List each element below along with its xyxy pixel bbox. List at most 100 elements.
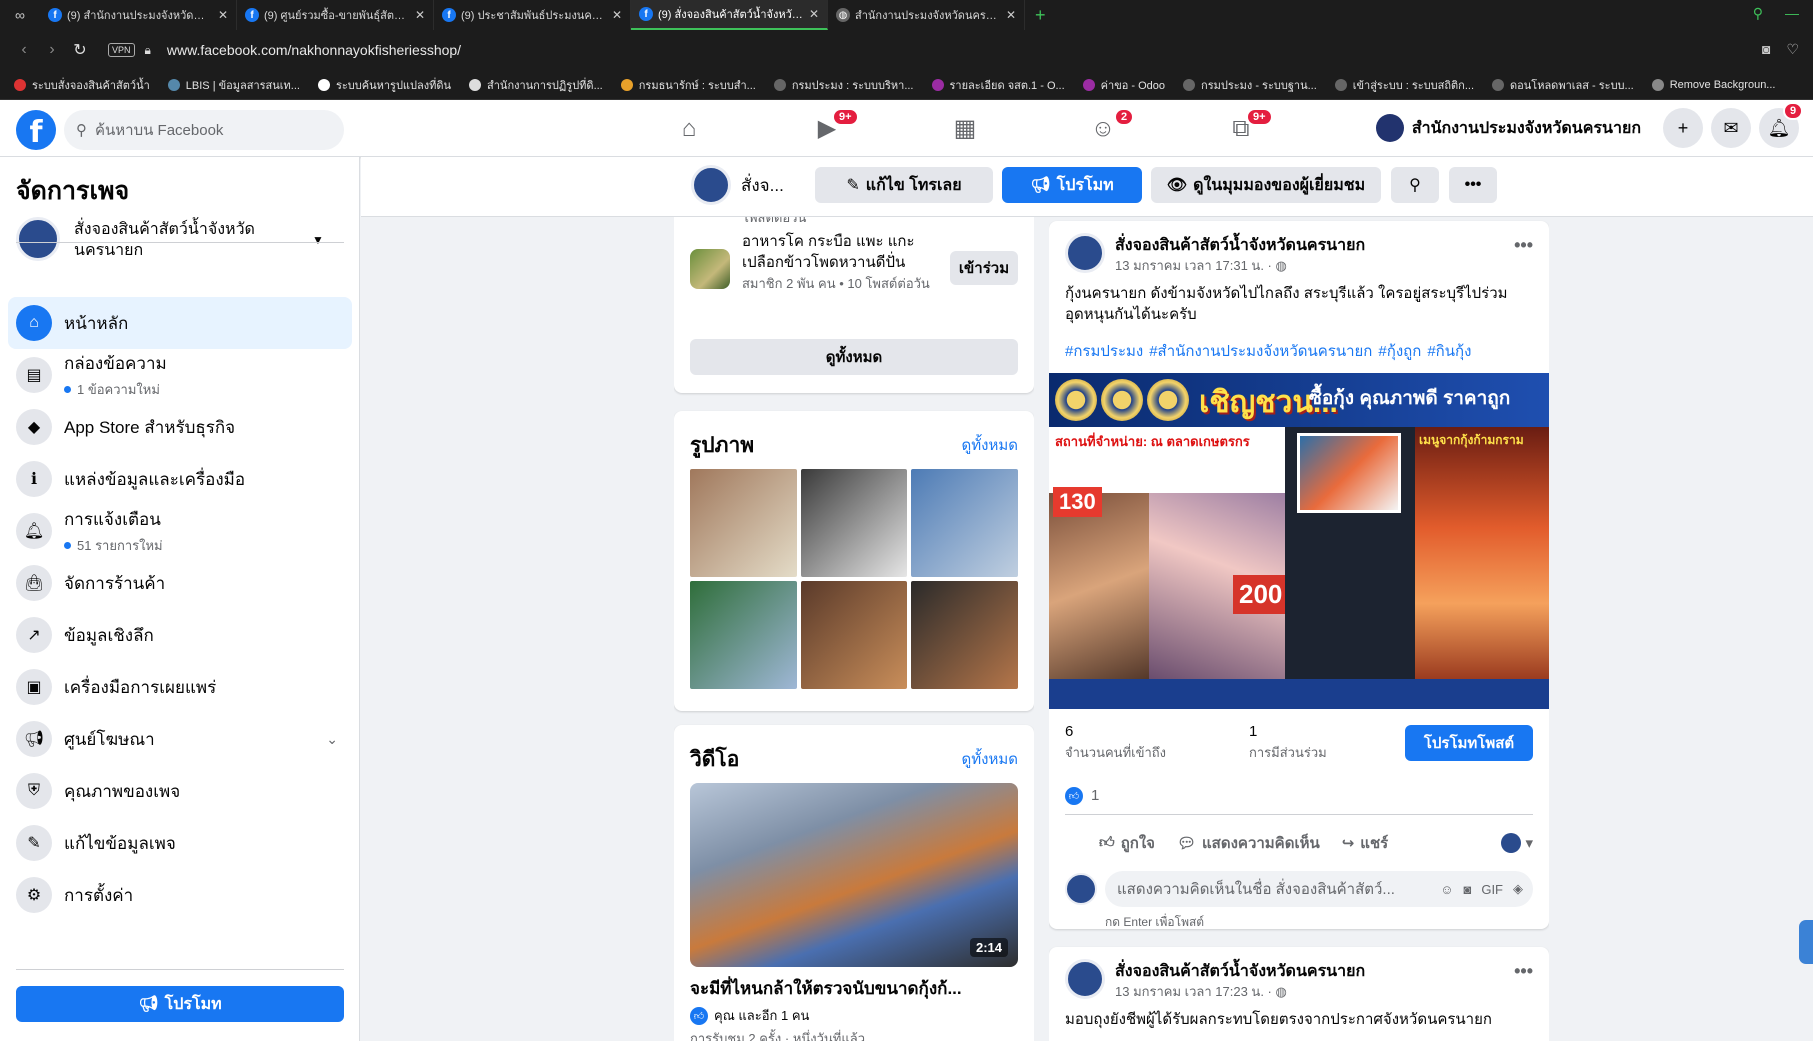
engagement-stat[interactable]: 1 การมีส่วนร่วม: [1249, 723, 1327, 763]
home-nav-icon[interactable]: ⌂: [620, 100, 758, 157]
browser-tab[interactable]: ◍ สำนักงานประมงจังหวัดนครนายก ✕: [828, 0, 1025, 30]
messenger-icon[interactable]: ✉: [1711, 108, 1751, 148]
sidebar-item[interactable]: ⚙ การตั้งค่า: [8, 869, 352, 921]
search-input[interactable]: ⚲ ค้นหาบน Facebook: [64, 110, 344, 150]
close-tab-icon[interactable]: ✕: [809, 7, 819, 21]
photo-thumbnail[interactable]: [911, 469, 1018, 577]
video-thumbnail[interactable]: 2:14: [690, 783, 1018, 967]
vpn-badge[interactable]: VPN: [108, 43, 135, 57]
emoji-icon[interactable]: ☺: [1440, 882, 1453, 897]
join-group-button[interactable]: เข้าร่วม: [950, 251, 1018, 285]
new-tab-icon[interactable]: +: [1025, 5, 1056, 26]
bookmark-item[interactable]: กรมธนารักษ์ : ระบบสำ...: [620, 76, 756, 94]
post-timestamp[interactable]: 13 มกราคม เวลา 17:31 น. · ◍: [1115, 255, 1287, 276]
chevron-down-icon[interactable]: ⌄: [326, 731, 338, 748]
sidebar-item[interactable]: ✎ แก้ไขข้อมูลเพจ: [8, 817, 352, 869]
video-likes[interactable]: 👍︎ คุณ และอีก 1 คน: [690, 1005, 809, 1026]
see-all-groups-button[interactable]: ดูทั้งหมด: [690, 339, 1018, 375]
bookmark-item[interactable]: LBIS | ข้อมูลสารสนเท...: [167, 76, 300, 94]
notifications-bell-icon[interactable]: 🔔︎ 9: [1759, 102, 1804, 148]
page-switcher[interactable]: สั่งจองสินค้าสัตว์น้ำจังหวัดนครนายก ▼: [16, 217, 344, 287]
forward-icon[interactable]: ›: [38, 41, 66, 59]
post-more-icon[interactable]: •••: [1514, 961, 1533, 982]
bookmark-item[interactable]: กรมประมง : ระบบบริหา...: [773, 76, 914, 94]
hashtag-link[interactable]: #กุ้งถูก: [1378, 339, 1421, 363]
profile-chip[interactable]: สำนักงานประมงจังหวัดนครนายก: [1375, 114, 1641, 142]
sidebar-item[interactable]: ⌂ หน้าหลัก: [8, 297, 352, 349]
more-options-button[interactable]: •••: [1449, 167, 1497, 203]
sidebar-item[interactable]: ↗ ข้อมูลเชิงลึก: [8, 609, 352, 661]
bookmark-item[interactable]: ระบบค้นหารูปแปลงที่ดิน: [317, 76, 451, 94]
photo-thumbnail[interactable]: [800, 469, 908, 577]
videos-see-all-link[interactable]: ดูทั้งหมด: [962, 747, 1018, 771]
caret-down-icon[interactable]: ▼: [312, 233, 324, 247]
post-author-avatar[interactable]: [1065, 233, 1105, 273]
back-icon[interactable]: ‹: [10, 41, 38, 59]
bookmark-item[interactable]: Remove Backgroun...: [1651, 78, 1775, 91]
photo-thumbnail[interactable]: [690, 469, 797, 577]
sidebar-item[interactable]: ▣ เครื่องมือการเผยแพร่: [8, 661, 352, 713]
video-title[interactable]: จะมีที่ไหนกล้าให้ตรวจนับขนาดกุ้งก้...: [690, 975, 1018, 1002]
reload-icon[interactable]: ↻: [66, 40, 94, 60]
watch-nav-icon[interactable]: ▶ 9+: [758, 100, 896, 157]
post-author-avatar[interactable]: [1065, 959, 1105, 999]
post-timestamp[interactable]: 13 มกราคม เวลา 17:23 น. · ◍: [1115, 981, 1287, 1002]
promote-post-button[interactable]: โปรโมทโพสต์: [1405, 725, 1533, 761]
photo-thumbnail[interactable]: [690, 581, 797, 689]
sidebar-item[interactable]: ⛨ คุณภาพของเพจ: [8, 765, 352, 817]
gif-icon[interactable]: GIF: [1481, 882, 1503, 897]
marketplace-nav-icon[interactable]: ▦: [896, 100, 1034, 157]
url-field[interactable]: www.facebook.com/nakhonnayokfisheriessho…: [167, 42, 461, 58]
browser-search-icon[interactable]: ⚲: [1753, 5, 1763, 22]
hashtag-link[interactable]: #สำนักงานประมงจังหวัดนครนายก: [1149, 339, 1372, 363]
facebook-logo-icon[interactable]: f: [16, 110, 56, 150]
bookmark-item[interactable]: รายละเอียด จสต.1 - O...: [931, 76, 1065, 94]
group-thumbnail[interactable]: [690, 249, 730, 289]
edit-call-button[interactable]: ✎ แก้ไข โทรเลย: [815, 167, 993, 203]
page-shortcut[interactable]: สั่งจ...: [691, 165, 784, 205]
browser-tab[interactable]: f (9) ศูนย์รวมซื้อ-ขายพันธุ์สัตว์น้ำ ✕: [237, 0, 434, 30]
comment-input[interactable]: แสดงความคิดเห็นในชื่อ สั่งจองสินค้าสัตว์…: [1105, 871, 1533, 907]
bookmark-item[interactable]: ระบบสั่งจองสินค้าสัตว์น้ำ: [14, 76, 150, 94]
share-button[interactable]: ↪ แชร์: [1342, 831, 1388, 855]
bookmark-item[interactable]: กรมประมง - ระบบฐาน...: [1183, 76, 1317, 94]
sidebar-item[interactable]: 📢︎ ศูนย์โฆษณา ⌄: [8, 713, 352, 765]
actor-selector[interactable]: ▾: [1501, 833, 1533, 853]
bookmark-heart-icon[interactable]: ♡: [1786, 41, 1799, 58]
bookmark-item[interactable]: ดอนโหลดพาเลส - ระบบ...: [1492, 76, 1634, 94]
sticker-icon[interactable]: ◈: [1513, 881, 1523, 897]
like-button[interactable]: 👍︎ ถูกใจ: [1099, 831, 1155, 855]
sidebar-item[interactable]: ▤ กล่องข้อความ 1 ข้อความใหม่: [8, 349, 352, 401]
reach-stat[interactable]: 6 จำนวนคนที่เข้าถึง: [1065, 723, 1166, 763]
bookmark-item[interactable]: สำนักงานการปฏิรูปที่ดิ...: [469, 76, 603, 94]
browser-tab[interactable]: f (9) ประชาสัมพันธ์ประมงนครนายก ✕: [434, 0, 631, 30]
lock-icon[interactable]: 🔒︎: [145, 43, 151, 58]
search-page-button[interactable]: ⚲: [1391, 167, 1439, 203]
photo-thumbnail[interactable]: [800, 581, 908, 689]
promote-button[interactable]: 📢︎ โปรโมท: [1002, 167, 1142, 203]
chat-bubble-edge[interactable]: [1799, 920, 1813, 964]
post-more-icon[interactable]: •••: [1514, 235, 1533, 256]
promote-button[interactable]: 📢︎ โปรโมท: [16, 986, 344, 1022]
post-reactions[interactable]: 👍︎ 1: [1065, 786, 1533, 815]
comment-button[interactable]: 💬︎ แสดงความคิดเห็น: [1177, 831, 1320, 855]
camera-icon[interactable]: ◙: [1463, 882, 1471, 897]
minimize-icon[interactable]: —: [1785, 5, 1799, 22]
close-tab-icon[interactable]: ✕: [218, 8, 228, 22]
sidebar-item[interactable]: 👜︎ จัดการร้านค้า: [8, 557, 352, 609]
sidebar-item[interactable]: 🔔︎ การแจ้งเตือน 51 รายการใหม่: [8, 505, 352, 557]
sidebar-item[interactable]: ◆ App Store สำหรับธุรกิจ: [8, 401, 352, 453]
bookmark-item[interactable]: ค่าขอ - Odoo: [1082, 76, 1165, 94]
browser-tab[interactable]: f (9) สำนักงานประมงจังหวัดนครนายก ✕: [40, 0, 237, 30]
close-tab-icon[interactable]: ✕: [415, 8, 425, 22]
view-as-visitor-button[interactable]: 👁︎ ดูในมุมมองของผู้เยี่ยมชม: [1151, 167, 1381, 203]
close-tab-icon[interactable]: ✕: [1006, 8, 1016, 22]
sidebar-item[interactable]: ℹ แหล่งข้อมูลและเครื่องมือ: [8, 453, 352, 505]
group-name[interactable]: อาหารโค กระบือ แพะ แกะ เปลือกข้าวโพดหวาน…: [742, 231, 938, 273]
post-image-poster[interactable]: เชิญชวน... ซื้อกุ้ง คุณภาพดี ราคาถูก สถา…: [1049, 373, 1549, 709]
gaming-nav-icon[interactable]: ⧉ 9+: [1172, 100, 1310, 157]
photo-thumbnail[interactable]: [911, 581, 1018, 689]
bookmark-item[interactable]: เข้าสู่ระบบ : ระบบสถิติก...: [1334, 76, 1474, 94]
browser-tab-active[interactable]: f (9) สั่งจองสินค้าสัตว์น้ำจังหวัดนครนายก…: [631, 0, 828, 30]
camera-icon[interactable]: ◙: [1762, 41, 1770, 58]
